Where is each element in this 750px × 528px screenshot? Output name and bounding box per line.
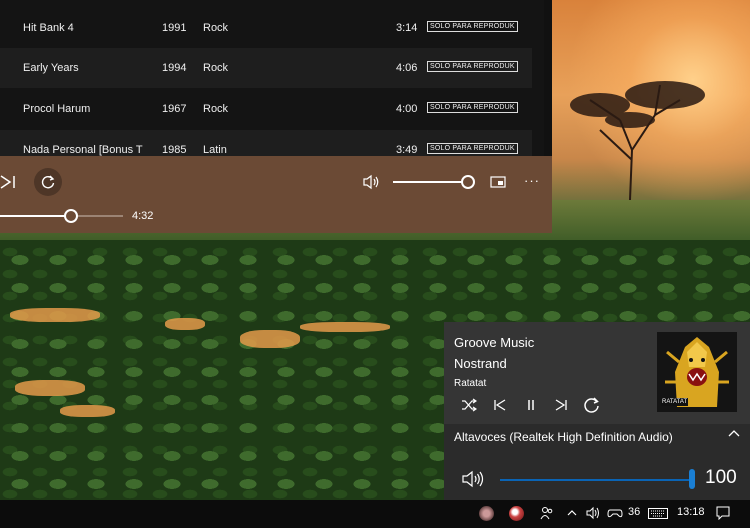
playback-only-badge: SOLO PARA REPRODUK xyxy=(427,61,518,72)
track-year: 1994 xyxy=(162,62,187,74)
gamepad-icon[interactable] xyxy=(607,506,623,520)
volume-slider-track[interactable] xyxy=(393,181,467,183)
system-volume-slider-thumb[interactable] xyxy=(689,469,695,489)
chevron-up-icon[interactable] xyxy=(567,509,577,517)
track-year: 1967 xyxy=(162,103,187,115)
keyboard-icon[interactable] xyxy=(648,508,668,519)
track-genre: Latin xyxy=(203,144,227,156)
clock[interactable]: 13:18 xyxy=(677,506,705,518)
wallpaper-water-patch xyxy=(240,330,300,348)
volume-slider-thumb[interactable] xyxy=(461,175,475,189)
track-title: Nada Personal [Bonus Tra xyxy=(23,144,143,156)
track-genre: Rock xyxy=(203,62,229,74)
tray-app-icon[interactable] xyxy=(509,506,524,521)
track-duration: 4:06 xyxy=(396,62,418,74)
playback-only-badge: SOLO PARA REPRODUK xyxy=(427,143,518,154)
repeat-icon xyxy=(41,175,55,189)
track-row[interactable]: Procol Harum 1967 Rock 4:00 SOLO PARA RE… xyxy=(0,89,532,129)
wallpaper-water-patch xyxy=(300,322,390,332)
track-row[interactable]: Early Years 1994 Rock 4:06 SOLO PARA REP… xyxy=(0,48,532,88)
system-volume-slider-track[interactable] xyxy=(500,479,693,481)
volume-icon[interactable] xyxy=(586,506,602,520)
playback-only-badge: SOLO PARA REPRODUK xyxy=(427,21,518,32)
action-center-icon[interactable] xyxy=(716,506,730,520)
media-app-name: Groove Music xyxy=(454,335,535,350)
wallpaper-water-patch xyxy=(15,380,85,396)
seek-bar-thumb[interactable] xyxy=(64,209,79,223)
more-icon[interactable]: ··· xyxy=(524,173,540,188)
track-row[interactable]: Nada Personal [Bonus Tra 1985 Latin 3:49… xyxy=(0,130,532,156)
miniplayer-icon[interactable] xyxy=(490,176,506,188)
tray-badge-count[interactable]: 36 xyxy=(628,506,640,518)
track-year: 1991 xyxy=(162,22,187,34)
skip-next-icon[interactable] xyxy=(554,398,568,412)
total-time: 4:32 xyxy=(132,210,154,222)
shuffle-icon[interactable] xyxy=(461,398,477,412)
media-transport-panel: Groove Music Nostrand Ratatat RATATAT xyxy=(444,322,750,424)
track-title: Procol Harum xyxy=(23,103,91,115)
pause-icon[interactable] xyxy=(524,398,538,412)
track-list: Hit Bank 4 1991 Rock 3:14 SOLO PARA REPR… xyxy=(0,0,552,156)
track-genre: Rock xyxy=(203,103,229,115)
chevron-up-icon[interactable] xyxy=(728,429,740,439)
media-track-title: Nostrand xyxy=(454,356,507,371)
volume-icon[interactable] xyxy=(363,174,381,190)
media-volume-flyout: Groove Music Nostrand Ratatat RATATAT Al… xyxy=(444,322,750,500)
track-duration: 3:14 xyxy=(396,22,418,34)
repeat-button[interactable] xyxy=(34,168,62,196)
people-icon[interactable] xyxy=(540,506,554,520)
track-year: 1985 xyxy=(162,144,187,156)
track-genre: Rock xyxy=(203,22,229,34)
taskbar: 36 13:18 xyxy=(0,500,750,528)
album-art-text: RATATAT xyxy=(661,398,689,406)
media-artist: Ratatat xyxy=(454,378,487,389)
wallpaper-water-patch xyxy=(60,405,115,417)
skip-previous-icon[interactable] xyxy=(493,398,507,412)
playback-only-badge: SOLO PARA REPRODUK xyxy=(427,102,518,113)
track-duration: 4:00 xyxy=(396,103,418,115)
wallpaper-water-patch xyxy=(165,318,205,330)
wallpaper-tree xyxy=(570,81,705,200)
track-list-scrollbar[interactable] xyxy=(544,0,552,156)
now-playing-bar: ··· 4:32 xyxy=(0,156,552,233)
track-duration: 3:49 xyxy=(396,144,418,156)
album-art: RATATAT xyxy=(657,332,737,412)
seek-bar-progress xyxy=(0,215,71,217)
skip-next-icon[interactable] xyxy=(0,174,16,190)
track-row[interactable]: Hit Bank 4 1991 Rock 3:14 SOLO PARA REPR… xyxy=(0,8,532,48)
repeat-icon[interactable] xyxy=(583,396,601,414)
audio-device-name[interactable]: Altavoces (Realtek High Definition Audio… xyxy=(454,430,673,444)
tray-app-icon[interactable] xyxy=(479,506,494,521)
track-title: Early Years xyxy=(23,62,79,74)
wallpaper-water-patch xyxy=(10,308,100,322)
groove-music-window: Hit Bank 4 1991 Rock 3:14 SOLO PARA REPR… xyxy=(0,0,552,233)
system-volume-value: 100 xyxy=(705,467,737,488)
track-title: Hit Bank 4 xyxy=(23,22,74,34)
speaker-icon[interactable] xyxy=(462,470,484,488)
